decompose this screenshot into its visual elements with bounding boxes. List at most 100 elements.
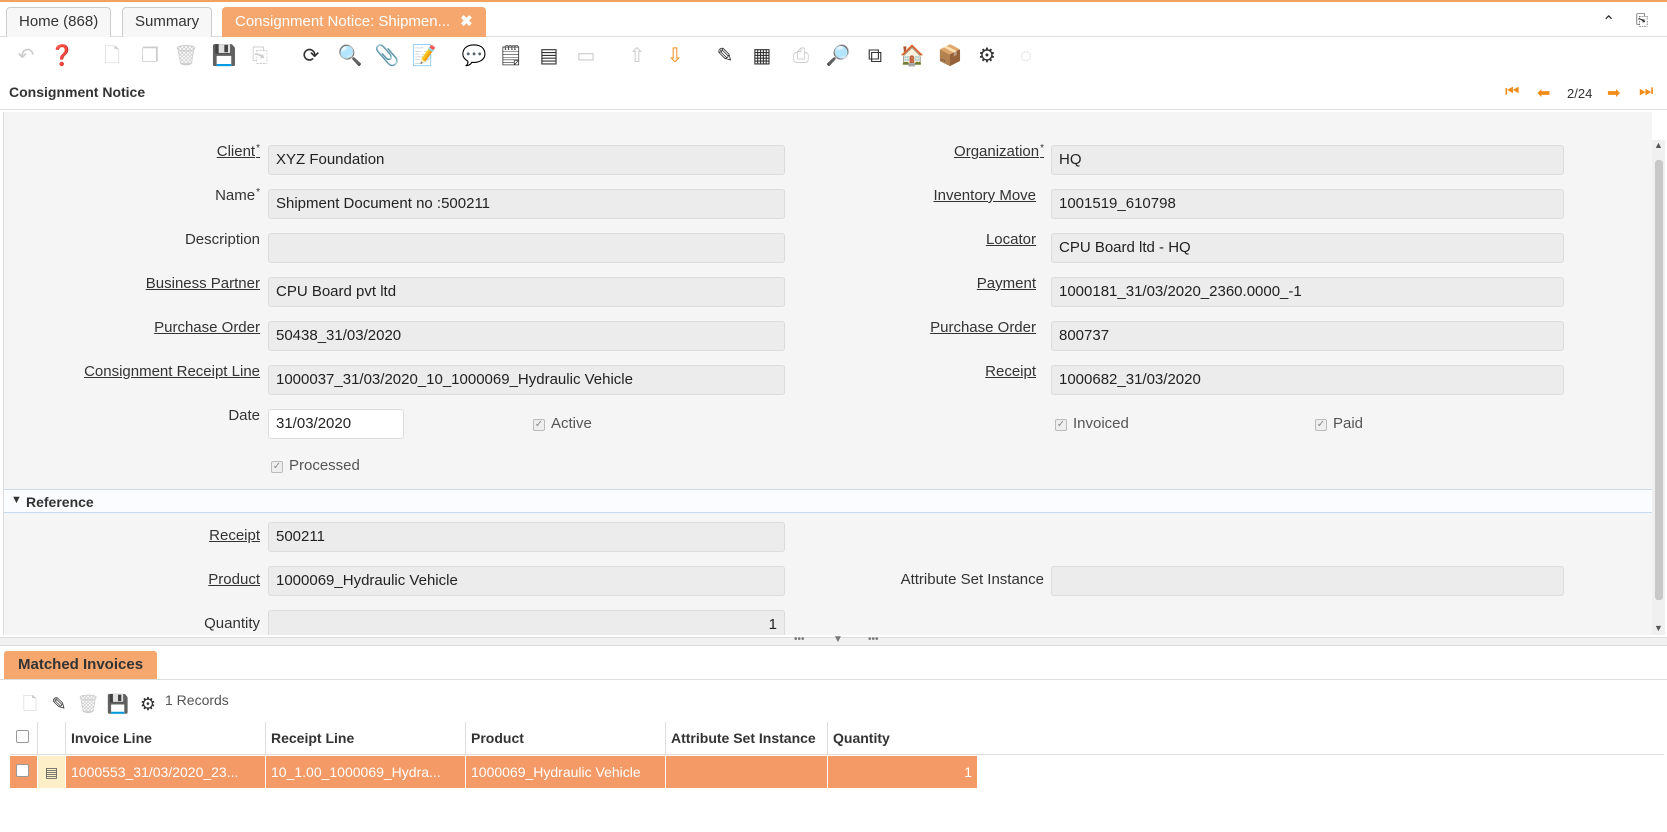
gear-icon[interactable]: ⚙	[973, 42, 1001, 70]
consignment-receipt-line-label[interactable]: Consignment Receipt Line	[84, 363, 260, 380]
col-invoice-line[interactable]: Invoice Line	[66, 722, 266, 755]
workflow-icon[interactable]: 🏠	[898, 42, 926, 70]
reference-receipt-field[interactable]: 500211	[268, 522, 785, 552]
logout-icon[interactable]: ⎘	[1636, 12, 1648, 29]
tab-consignment-notice[interactable]: Consignment Notice: Shipmen... ✖	[222, 7, 486, 37]
panel-splitter[interactable]: ••• ▼ •••	[0, 634, 1667, 646]
form-scrollbar[interactable]: ▲ ▼	[1652, 140, 1665, 635]
close-icon[interactable]: ✖	[460, 13, 473, 30]
chat-icon[interactable]: 💬	[460, 42, 488, 70]
reference-section-header[interactable]: ▼ Reference	[4, 489, 1652, 513]
consignment-receipt-line-field[interactable]: 1000037_31/03/2020_10_1000069_Hydraulic …	[268, 365, 785, 395]
new-record-icon[interactable]: 🗋	[98, 42, 126, 70]
search-icon[interactable]: 🔍	[336, 42, 364, 70]
payment-field[interactable]: 1000181_31/03/2020_2360.0000_-1	[1051, 277, 1564, 307]
detail-gear-icon[interactable]: ⚙	[136, 692, 160, 716]
inventory-move-label[interactable]: Inventory Move	[933, 187, 1036, 204]
post-it-icon[interactable]: 🗒	[497, 42, 525, 70]
next-record-icon[interactable]: ➡	[1607, 83, 1620, 103]
col-product[interactable]: Product	[466, 722, 666, 755]
detail-edit-icon[interactable]: ✎	[47, 692, 71, 716]
cell-invoice-line[interactable]: 1000553_31/03/2020_23...	[66, 756, 266, 788]
payment-label[interactable]: Payment	[977, 275, 1036, 292]
organization-label[interactable]: Organization*	[954, 143, 1044, 160]
attribute-set-instance-field[interactable]	[1051, 566, 1564, 596]
scroll-down-icon[interactable]: ▼	[1654, 623, 1663, 633]
last-record-icon[interactable]: ⏭	[1639, 83, 1653, 101]
col-receipt-line[interactable]: Receipt Line	[266, 722, 466, 755]
arrow-down-icon[interactable]: ⇩	[661, 42, 689, 70]
tab-matched-invoices[interactable]: Matched Invoices	[4, 651, 158, 679]
process-icon[interactable]: 📦	[936, 42, 964, 70]
business-partner-field[interactable]: CPU Board pvt ltd	[268, 277, 785, 307]
description-field[interactable]	[268, 233, 785, 263]
print-icon[interactable]: ⎙	[787, 42, 815, 70]
client-field[interactable]: XYZ Foundation	[268, 145, 785, 175]
purchase-order-right-field[interactable]: 800737	[1051, 321, 1564, 351]
select-all-checkbox[interactable]	[10, 722, 38, 755]
parent-record-icon[interactable]: ▭	[572, 42, 600, 70]
customize-icon[interactable]: ◌	[1012, 42, 1040, 70]
delete-icon[interactable]: 🗑	[172, 42, 200, 70]
collapse-triangle-icon[interactable]: ▼	[11, 494, 22, 506]
tab-summary[interactable]: Summary	[122, 7, 213, 37]
first-record-icon[interactable]: ⏮	[1505, 83, 1519, 101]
scrollbar-thumb[interactable]	[1655, 160, 1663, 600]
archive-icon[interactable]: ▦	[748, 42, 776, 70]
inventory-move-field[interactable]: 1001519_610798	[1051, 189, 1564, 219]
locator-field[interactable]: CPU Board ltd - HQ	[1051, 233, 1564, 263]
attachment-icon[interactable]: 📎	[373, 42, 401, 70]
detail-new-icon[interactable]: 🗋	[18, 692, 42, 716]
save-icon[interactable]: 💾	[210, 42, 238, 70]
date-field[interactable]: 31/03/2020	[268, 409, 404, 439]
cell-product[interactable]: 1000069_Hydraulic Vehicle	[466, 756, 666, 788]
row-edit-icon[interactable]: ▤	[38, 756, 66, 788]
save-new-icon[interactable]: ⎘	[246, 42, 274, 70]
client-label[interactable]: Client*	[217, 143, 260, 160]
cell-quantity[interactable]: 1	[828, 756, 978, 788]
purchase-order-field[interactable]: 50438_31/03/2020	[268, 321, 785, 351]
tab-home[interactable]: Home (868)	[6, 7, 112, 37]
processed-checkbox[interactable]: ✓ Processed	[271, 457, 360, 474]
receipt-label[interactable]: Receipt	[985, 363, 1036, 380]
cell-receipt-line[interactable]: 10_1.00_1000069_Hydra...	[266, 756, 466, 788]
help-icon[interactable]: ❓	[48, 42, 76, 70]
report-icon[interactable]: ✎	[711, 42, 739, 70]
locator-label[interactable]: Locator	[986, 231, 1036, 248]
arrow-up-icon[interactable]: ⇧	[623, 42, 651, 70]
reference-receipt-label[interactable]: Receipt	[209, 527, 260, 544]
purchase-order-label[interactable]: Purchase Order	[154, 319, 260, 336]
product-field[interactable]: 1000069_Hydraulic Vehicle	[268, 566, 785, 596]
reference-section-title: Reference	[26, 494, 94, 510]
active-checkbox[interactable]: ✓ Active	[533, 415, 592, 432]
copy-record-icon[interactable]: ❐	[136, 42, 164, 70]
business-partner-label[interactable]: Business Partner	[146, 275, 260, 292]
col-attribute-set-instance[interactable]: Attribute Set Instance	[666, 722, 828, 755]
purchase-order-right-label[interactable]: Purchase Order	[930, 319, 1036, 336]
receipt-field[interactable]: 1000682_31/03/2020	[1051, 365, 1564, 395]
grid-toggle-icon[interactable]: ▤	[535, 42, 563, 70]
name-field[interactable]: Shipment Document no :500211	[268, 189, 785, 219]
note-icon[interactable]: 📝	[410, 42, 438, 70]
quantity-field[interactable]: 1	[268, 610, 785, 635]
zoom-across-icon[interactable]: 🔎	[824, 42, 852, 70]
tab-consignment-notice-label: Consignment Notice: Shipmen...	[235, 13, 451, 30]
product-label[interactable]: Product	[208, 571, 260, 588]
paid-checkbox[interactable]: ✓ Paid	[1315, 415, 1363, 432]
related-documents-icon[interactable]: ⧉	[861, 42, 889, 70]
row-select-checkbox[interactable]	[10, 756, 38, 788]
invoiced-checkbox[interactable]: ✓ Invoiced	[1055, 415, 1129, 432]
organization-field[interactable]: HQ	[1051, 145, 1564, 175]
detail-delete-icon[interactable]: 🗑	[76, 692, 100, 716]
previous-record-icon[interactable]: ⬅	[1537, 83, 1550, 103]
undo-icon[interactable]: ↶	[12, 42, 40, 70]
cell-attribute-set-instance[interactable]	[666, 756, 828, 788]
col-quantity[interactable]: Quantity	[828, 722, 978, 755]
scroll-up-icon[interactable]: ▲	[1654, 140, 1663, 150]
splitter-toggle-icon[interactable]: ▼	[833, 634, 843, 645]
refresh-icon[interactable]: ⟳	[297, 42, 325, 70]
detail-save-icon[interactable]: 💾	[106, 692, 130, 716]
splitter-grip-right-icon: •••	[868, 634, 879, 645]
detail-toolbar: 🗋 ✎ 🗑 💾 ⚙ 1 Records	[10, 688, 1660, 722]
collapse-icon[interactable]: ⌃	[1602, 12, 1615, 32]
